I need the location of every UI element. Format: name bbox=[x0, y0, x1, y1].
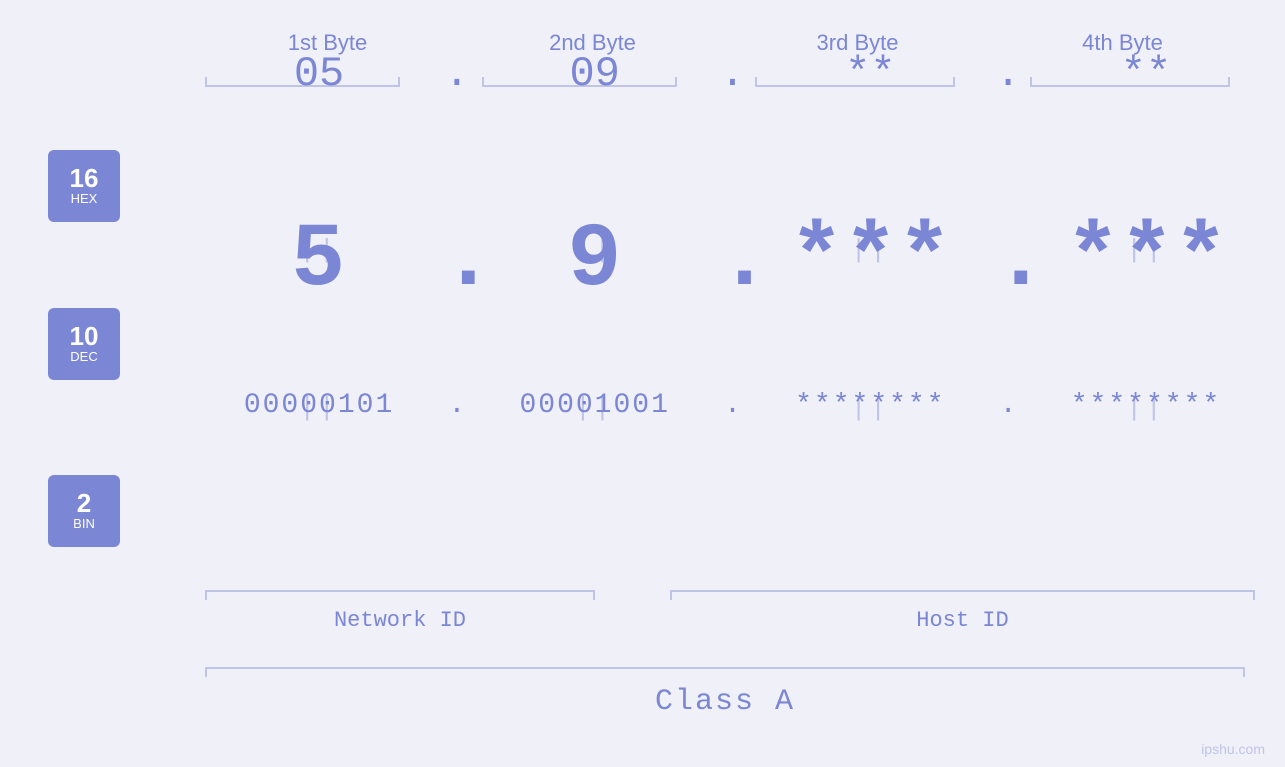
bin-b3: ******** bbox=[746, 390, 994, 421]
network-id-bracket bbox=[205, 590, 595, 592]
dec-base-num: 10 bbox=[70, 323, 99, 349]
bin-row: 00000101 . 00001001 . ******** . *******… bbox=[195, 390, 1270, 421]
bin-b1: 00000101 bbox=[195, 390, 443, 421]
class-a-label: Class A bbox=[205, 685, 1245, 719]
hex-b4: ** bbox=[1022, 50, 1270, 98]
hex-badge: 16 HEX bbox=[48, 150, 120, 222]
hex-base-label: HEX bbox=[71, 191, 98, 207]
class-a-bracket bbox=[205, 667, 1245, 669]
dec-dot-3: . bbox=[994, 210, 1024, 312]
dec-badge: 10 DEC bbox=[48, 308, 120, 380]
bin-base-num: 2 bbox=[77, 490, 91, 516]
bin-base-label: BIN bbox=[73, 516, 95, 532]
bin-dot-3: . bbox=[994, 390, 1022, 421]
bin-dot-2: . bbox=[719, 390, 747, 421]
bin-b2: 00001001 bbox=[471, 390, 719, 421]
bin-b4: ******** bbox=[1022, 390, 1270, 421]
hex-dot-3: . bbox=[994, 50, 1022, 98]
network-id-label: Network ID bbox=[205, 608, 595, 633]
dec-b3: *** bbox=[748, 210, 994, 312]
hex-b2: 09 bbox=[471, 50, 719, 98]
dec-b4: *** bbox=[1024, 210, 1270, 312]
dec-dot-1: . bbox=[441, 210, 471, 312]
dec-base-label: DEC bbox=[70, 349, 97, 365]
dec-dot-2: . bbox=[718, 210, 748, 312]
hex-dot-2: . bbox=[719, 50, 747, 98]
hex-dot-1: . bbox=[443, 50, 471, 98]
bin-dot-1: . bbox=[443, 390, 471, 421]
host-id-label: Host ID bbox=[670, 608, 1255, 633]
hex-b1: 05 bbox=[195, 50, 443, 98]
watermark: ipshu.com bbox=[1201, 741, 1265, 757]
hex-row: 05 . 09 . ** . ** bbox=[195, 50, 1270, 98]
hex-base-num: 16 bbox=[70, 165, 99, 191]
dec-b2: 9 bbox=[471, 210, 717, 312]
dec-b1: 5 bbox=[195, 210, 441, 312]
bin-badge: 2 BIN bbox=[48, 475, 120, 547]
hex-b3: ** bbox=[746, 50, 994, 98]
host-id-bracket bbox=[670, 590, 1255, 592]
main-container: 16 HEX 10 DEC 2 BIN 1st Byte 2nd Byte 3r… bbox=[0, 0, 1285, 767]
dec-row: 5 . 9 . *** . *** bbox=[195, 210, 1270, 312]
